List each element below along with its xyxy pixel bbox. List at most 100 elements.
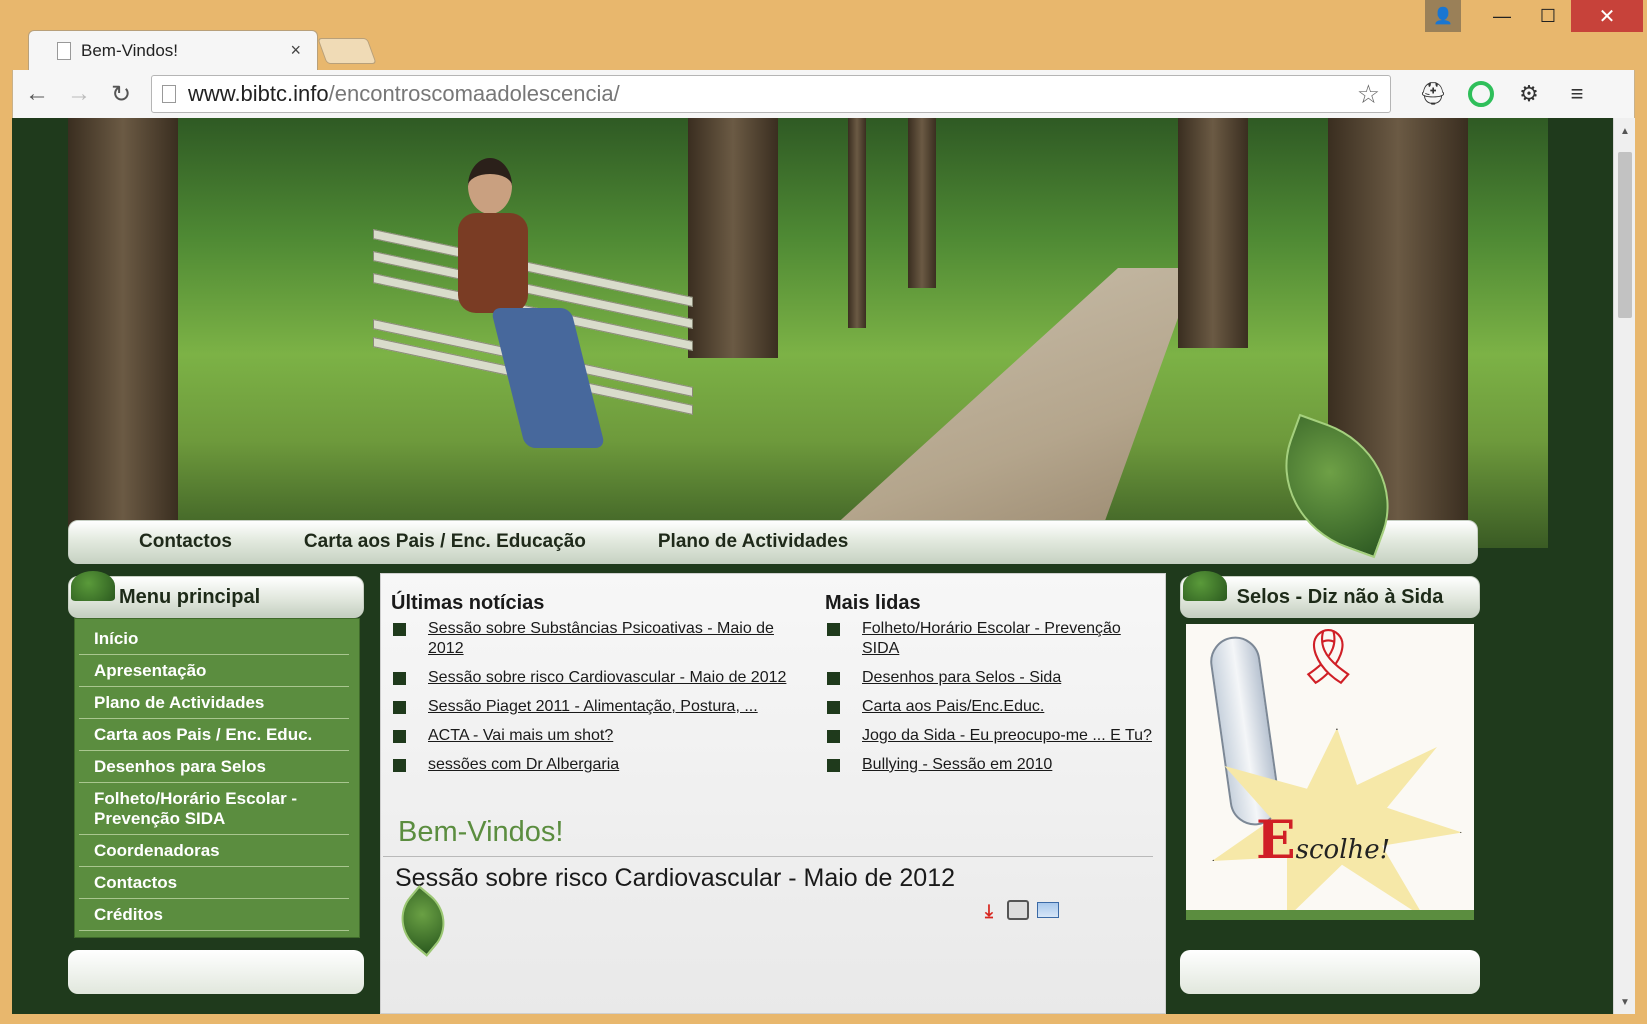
selos-drawing-image[interactable]: 🎗 Escolhe! — [1186, 624, 1474, 920]
menu-item-apresentacao[interactable]: Apresentação — [79, 655, 349, 687]
list-item: Jogo da Sida - Eu preocupo-me ... E Tu? — [825, 726, 1155, 746]
banner-girl — [468, 158, 512, 214]
banner-tree — [688, 118, 778, 358]
close-window-button[interactable]: ✕ — [1571, 0, 1643, 32]
topnav-carta-aos-pais[interactable]: Carta aos Pais / Enc. Educação — [304, 531, 586, 553]
menu-item-inicio[interactable]: Início — [79, 623, 349, 655]
article-actions: ⤓ — [979, 900, 1059, 922]
news-link[interactable]: Sessão Piaget 2011 - Alimentação, Postur… — [428, 697, 758, 717]
menu-item-creditos[interactable]: Créditos — [79, 899, 349, 931]
topnav-plano-actividades[interactable]: Plano de Actividades — [658, 531, 848, 553]
menu-principal-title: Menu principal — [119, 585, 261, 608]
extension-film-icon[interactable]: ⚙ — [1509, 74, 1549, 114]
divider — [383, 856, 1153, 857]
url-path: /encontroscomaadolescencia/ — [328, 81, 620, 106]
bullet-icon — [827, 623, 840, 636]
pdf-icon[interactable]: ⤓ — [979, 900, 999, 922]
news-link[interactable]: Sessão sobre risco Cardiovascular - Maio… — [428, 668, 786, 688]
bullet-icon — [393, 730, 406, 743]
menu-principal-list: Início Apresentação Plano de Actividades… — [74, 618, 360, 938]
leaf-icon — [1183, 571, 1227, 601]
chrome-menu-icon[interactable]: ≡ — [1557, 74, 1597, 114]
address-bar[interactable]: www.bibtc.info /encontroscomaadolescenci… — [151, 75, 1391, 113]
url-host: www.bibtc.info — [188, 81, 329, 106]
news-link[interactable]: sessões com Dr Albergaria — [428, 755, 619, 775]
scrollbar-thumb[interactable] — [1618, 152, 1632, 318]
tab-title: Bem-Vindos! — [81, 40, 179, 60]
popular-link[interactable]: Folheto/Horário Escolar - Prevenção SIDA — [862, 619, 1155, 659]
popular-link[interactable]: Carta aos Pais/Enc.Educ. — [862, 697, 1044, 717]
bullet-icon — [393, 701, 406, 714]
list-item: Bullying - Sessão em 2010 — [825, 755, 1155, 775]
menu-item-folheto[interactable]: Folheto/Horário Escolar - Prevenção SIDA — [79, 783, 349, 835]
profile-icon[interactable]: 👤 — [1425, 0, 1461, 32]
selos-header: Selos - Diz não à Sida — [1180, 571, 1480, 618]
menu-item-coordenadoras[interactable]: Coordenadoras — [79, 835, 349, 867]
list-item: Carta aos Pais/Enc.Educ. — [825, 697, 1155, 717]
list-item: Sessão sobre risco Cardiovascular - Maio… — [391, 668, 791, 688]
browser-toolbar: ← → ↻ www.bibtc.info /encontroscomaadole… — [12, 70, 1635, 118]
leaf-icon — [71, 571, 115, 601]
main-content: Últimas notícias Sessão sobre Substância… — [380, 573, 1166, 1014]
article-title: Sessão sobre risco Cardiovascular - Maio… — [395, 864, 955, 892]
forward-button[interactable]: → — [61, 76, 97, 112]
bullet-icon — [827, 759, 840, 772]
leaf-icon — [387, 885, 459, 957]
popular-link[interactable]: Bullying - Sessão em 2010 — [862, 755, 1052, 775]
selos-module: Selos - Diz não à Sida 🎗 Escolhe! — [1180, 571, 1480, 920]
back-button[interactable]: ← — [19, 76, 55, 112]
scroll-up-icon[interactable]: ▲ — [1620, 126, 1630, 137]
menu-item-contactos[interactable]: Contactos — [79, 867, 349, 899]
bullet-icon — [827, 701, 840, 714]
left-module-next-header — [68, 950, 364, 994]
extension-ghostery-icon[interactable]: ⛑ — [1413, 74, 1453, 114]
list-item: Sessão sobre Substâncias Psicoativas - M… — [391, 619, 791, 659]
minimize-button[interactable]: — — [1479, 0, 1525, 32]
vertical-scrollbar[interactable]: ▲ ▼ — [1613, 118, 1635, 1014]
maximize-button[interactable]: ☐ — [1525, 0, 1571, 32]
ultimas-noticias-column: Últimas notícias Sessão sobre Substância… — [391, 592, 791, 784]
list-item: Sessão Piaget 2011 - Alimentação, Postur… — [391, 697, 791, 717]
red-ribbon-icon: 🎗 — [1294, 627, 1363, 687]
bookmark-star-icon[interactable]: ☆ — [1357, 79, 1380, 110]
list-item: Desenhos para Selos - Sida — [825, 668, 1155, 688]
banner-girl-torso — [458, 213, 528, 313]
top-navigation: Contactos Carta aos Pais / Enc. Educação… — [68, 413, 1478, 564]
extension-grammarly-icon[interactable] — [1461, 74, 1501, 114]
print-icon[interactable] — [1007, 900, 1029, 920]
reload-button[interactable]: ↻ — [103, 76, 139, 112]
browser-window: 👤 — ☐ ✕ Bem-Vindos! × ← → ↻ www.bibtc.in… — [0, 0, 1647, 1024]
drawing-escolhe-text: Escolhe! — [1256, 810, 1391, 871]
tab-close-icon[interactable]: × — [290, 40, 301, 61]
popular-link[interactable]: Jogo da Sida - Eu preocupo-me ... E Tu? — [862, 726, 1152, 746]
mais-lidas-column: Mais lidas Folheto/Horário Escolar - Pre… — [825, 592, 1155, 784]
list-item: ACTA - Vai mais um shot? — [391, 726, 791, 746]
window-controls: 👤 — ☐ ✕ — [1425, 0, 1643, 32]
page-title: Bem-Vindos! — [398, 816, 564, 848]
topnav-contactos[interactable]: Contactos — [139, 531, 232, 553]
menu-principal-header: Menu principal — [68, 571, 364, 618]
popular-link[interactable]: Desenhos para Selos - Sida — [862, 668, 1061, 688]
list-item: Folheto/Horário Escolar - Prevenção SIDA — [825, 619, 1155, 659]
bullet-icon — [827, 730, 840, 743]
ultimas-noticias-title: Últimas notícias — [391, 592, 545, 614]
tab-strip: Bem-Vindos! × — [14, 30, 1634, 70]
menu-item-carta-aos-pais[interactable]: Carta aos Pais / Enc. Educ. — [79, 719, 349, 751]
menu-item-desenhos-selos[interactable]: Desenhos para Selos — [79, 751, 349, 783]
banner-tree — [68, 118, 178, 548]
email-icon[interactable] — [1037, 902, 1059, 918]
menu-item-plano-actividades[interactable]: Plano de Actividades — [79, 687, 349, 719]
tab-active[interactable]: Bem-Vindos! × — [28, 30, 318, 70]
page-icon — [162, 85, 176, 103]
list-item: sessões com Dr Albergaria — [391, 755, 791, 775]
bullet-icon — [393, 623, 406, 636]
scroll-down-icon[interactable]: ▼ — [1620, 997, 1630, 1008]
bullet-icon — [393, 759, 406, 772]
news-link[interactable]: Sessão sobre Substâncias Psicoativas - M… — [428, 619, 791, 659]
menu-principal-module: Menu principal Início Apresentação Plano… — [68, 571, 364, 938]
page-favicon-icon — [57, 41, 71, 60]
new-tab-button[interactable] — [317, 38, 377, 64]
bullet-icon — [827, 672, 840, 685]
news-link[interactable]: ACTA - Vai mais um shot? — [428, 726, 613, 746]
banner-tree — [908, 118, 936, 288]
